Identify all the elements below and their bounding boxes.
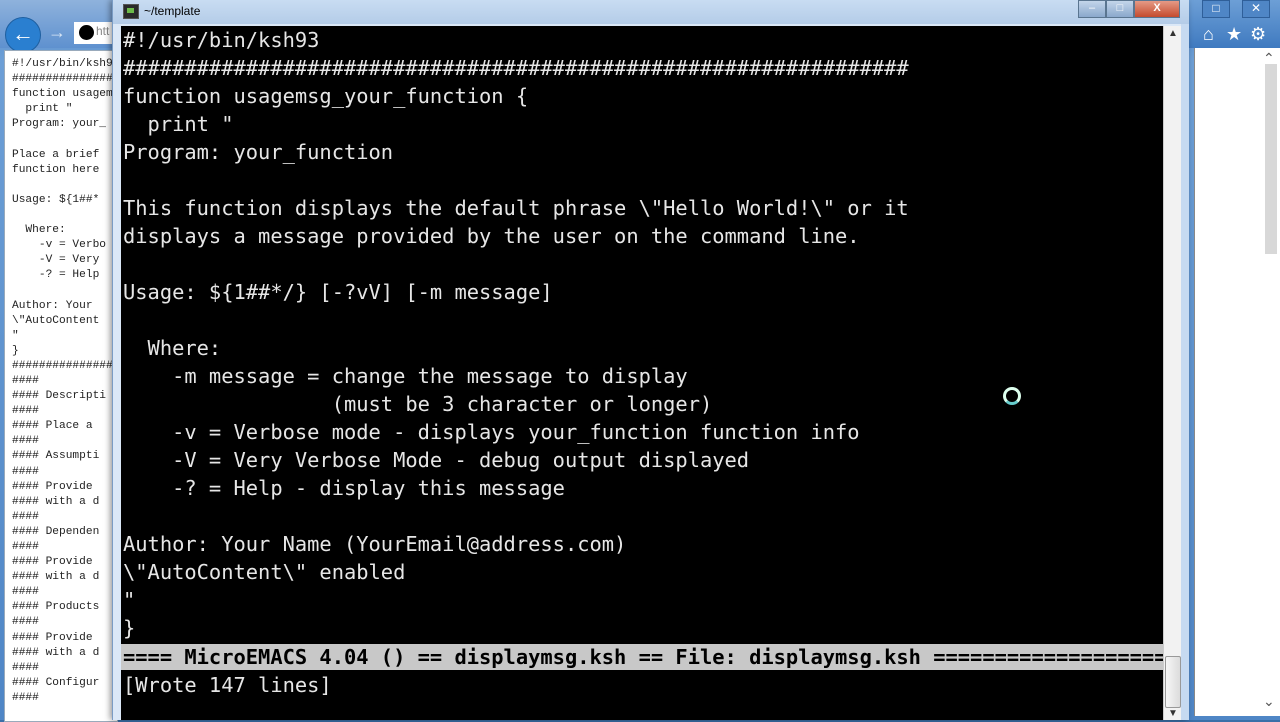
editor-buffer[interactable]: #!/usr/bin/ksh93 #######################…	[123, 26, 909, 642]
window-frame	[1181, 24, 1189, 720]
star-icon[interactable]: ★	[1226, 24, 1242, 45]
minimize-button[interactable]: –	[1078, 0, 1106, 18]
gear-icon[interactable]: ⚙	[1250, 24, 1266, 45]
title-bar[interactable]: ~/template – □ X	[113, 0, 1189, 24]
site-icon	[79, 25, 94, 40]
busy-cursor-icon	[1003, 387, 1021, 405]
browser-toolbar-right: □ ✕ ⌂ ★ ⚙	[1188, 0, 1280, 48]
home-icon[interactable]: ⌂	[1203, 24, 1214, 45]
address-bar[interactable]: htt	[74, 22, 116, 44]
browser-content-panel: ⌃ ⌄	[1194, 48, 1280, 716]
browser-right-edge: □ ✕ ⌂ ★ ⚙ ⌃ ⌄	[1188, 0, 1280, 720]
microemacs-window: ~/template – □ X #!/usr/bin/ksh93 ######…	[112, 0, 1189, 720]
scrollbar-thumb[interactable]	[1165, 656, 1181, 708]
window-title: ~/template	[144, 4, 201, 18]
mode-line: ==== MicroEMACS 4.04 () == displaymsg.ks…	[121, 644, 1163, 670]
window-controls: – □ X	[1078, 0, 1180, 18]
message-line: [Wrote 147 lines]	[123, 673, 332, 697]
editor-screen[interactable]: #!/usr/bin/ksh93 #######################…	[121, 26, 1163, 720]
terminal-app-icon	[123, 4, 139, 19]
forward-button[interactable]: →	[48, 22, 66, 43]
address-text: htt	[96, 24, 110, 38]
arrow-left-icon: ←	[12, 21, 34, 46]
scroll-up-arrow-icon[interactable]: ▲	[1168, 28, 1178, 39]
background-document-text: #!/usr/bin/ksh93 ################ functi…	[12, 58, 118, 704]
maximize-button[interactable]: □	[1106, 0, 1134, 18]
chevron-down-icon[interactable]: ⌄	[1263, 693, 1275, 710]
close-button[interactable]: X	[1134, 0, 1180, 18]
browser-scrollbar[interactable]	[1265, 64, 1277, 254]
back-button[interactable]: ←	[5, 17, 41, 53]
scroll-down-arrow-icon[interactable]: ▼	[1168, 708, 1178, 719]
arrow-right-icon: →	[48, 22, 66, 42]
vertical-scrollbar[interactable]: ▲ ▼	[1163, 26, 1182, 720]
browser-maximize-button[interactable]: □	[1202, 0, 1230, 18]
background-document: #!/usr/bin/ksh93 ################ functi…	[4, 50, 118, 722]
browser-close-button[interactable]: ✕	[1242, 0, 1270, 18]
